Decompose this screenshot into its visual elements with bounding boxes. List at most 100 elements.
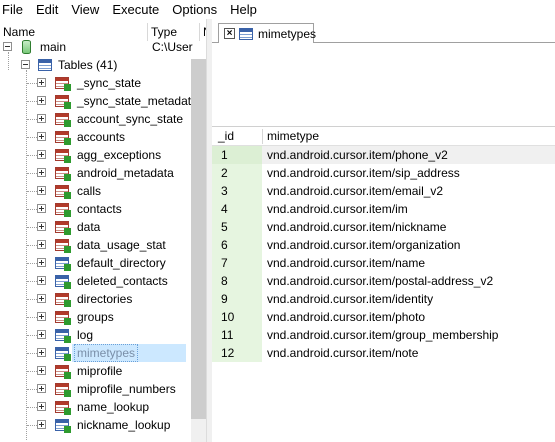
table-row[interactable]: 4 vnd.android.cursor.item/im [212,200,555,218]
close-icon[interactable]: × [224,28,235,39]
table-row[interactable]: 6 vnd.android.cursor.item/organization [212,236,555,254]
cell-id[interactable]: 9 [212,290,262,308]
expand-icon[interactable] [37,402,46,411]
expand-icon[interactable] [37,258,46,267]
expand-icon[interactable] [37,420,46,429]
tree-table-nickname-lookup[interactable]: nickname_lookup [0,416,192,434]
cell-id[interactable]: 2 [212,164,262,182]
table-row[interactable]: 7 vnd.android.cursor.item/name [212,254,555,272]
tree-node-label: contacts [77,202,122,216]
tree-table-miprofile-numbers[interactable]: miprofile_numbers [0,380,192,398]
expand-icon[interactable] [37,96,46,105]
cell-mimetype[interactable]: vnd.android.cursor.item/name [267,254,425,272]
table-row[interactable]: 2 vnd.android.cursor.item/sip_address [212,164,555,182]
expand-icon[interactable] [37,114,46,123]
expand-icon[interactable] [37,78,46,87]
expand-icon[interactable] [37,294,46,303]
table-row[interactable]: 12 vnd.android.cursor.item/note [212,344,555,362]
cell-id[interactable]: 3 [212,182,262,200]
cell-mimetype[interactable]: vnd.android.cursor.item/identity [267,290,433,308]
tree-table-calls[interactable]: calls [0,182,192,200]
tree-node-label: mimetypes [74,344,139,362]
tree-table-name-lookup[interactable]: name_lookup [0,398,192,416]
table-row[interactable]: 1 vnd.android.cursor.item/phone_v2 [212,146,555,164]
tree-table-miprofile[interactable]: miprofile [0,362,192,380]
expand-icon[interactable] [37,366,46,375]
cell-id[interactable]: 8 [212,272,262,290]
expand-icon[interactable] [37,150,46,159]
tree-node-main[interactable]: main C:\User [0,38,193,56]
tree-table-data[interactable]: data [0,218,192,236]
collapse-icon[interactable] [3,42,12,51]
tab-mimetypes[interactable]: × mimetypes [218,23,316,44]
expand-icon[interactable] [37,276,46,285]
table-icon [55,77,71,91]
cell-mimetype[interactable]: vnd.android.cursor.item/note [267,344,418,362]
expand-icon[interactable] [37,222,46,231]
grid-column-mimetype[interactable]: mimetype [267,127,319,146]
column-divider[interactable] [262,129,263,144]
cell-mimetype[interactable]: vnd.android.cursor.item/email_v2 [267,182,443,200]
menu-view[interactable]: View [67,0,103,19]
expand-icon[interactable] [37,384,46,393]
collapse-icon[interactable] [21,60,30,69]
tree-table-groups[interactable]: groups [0,308,192,326]
table-row[interactable]: 10 vnd.android.cursor.item/photo [212,308,555,326]
cell-id[interactable]: 7 [212,254,262,272]
expand-icon[interactable] [37,204,46,213]
cell-id[interactable]: 10 [212,308,262,326]
cell-id[interactable]: 5 [212,218,262,236]
cell-mimetype[interactable]: vnd.android.cursor.item/phone_v2 [267,146,448,164]
tree-table-accounts[interactable]: accounts [0,128,192,146]
cell-mimetype[interactable]: vnd.android.cursor.item/group_membership [267,326,498,344]
menu-options[interactable]: Options [168,0,221,19]
cell-mimetype[interactable]: vnd.android.cursor.item/im [267,200,408,218]
cell-id[interactable]: 4 [212,200,262,218]
tree-table-mimetypes[interactable]: mimetypes [0,344,192,362]
expand-icon[interactable] [37,132,46,141]
expand-icon[interactable] [37,312,46,321]
cell-mimetype[interactable]: vnd.android.cursor.item/nickname [267,218,446,236]
cell-mimetype[interactable]: vnd.android.cursor.item/postal-address_v… [267,272,493,290]
cell-id[interactable]: 12 [212,344,262,362]
menu-file[interactable]: File [0,0,27,19]
query-area[interactable] [212,43,555,127]
tree-table-log[interactable]: log [0,326,192,344]
cell-mimetype[interactable]: vnd.android.cursor.item/photo [267,308,425,326]
expand-icon[interactable] [37,348,46,357]
tree-table-agg-exceptions[interactable]: agg_exceptions [0,146,192,164]
tree-table-directories[interactable]: directories [0,290,192,308]
table-row[interactable]: 11 vnd.android.cursor.item/group_membersh… [212,326,555,344]
grid-column-id[interactable]: _id [218,127,260,146]
schema-tree-pane: Name Type N mainC:\UserTables (41)_sync_… [0,19,206,442]
table-icon [55,113,71,127]
cell-id[interactable]: 6 [212,236,262,254]
tree-node-tables[interactable]: Tables (41) [0,56,192,74]
tree-table-data-usage-stat[interactable]: data_usage_stat [0,236,192,254]
tree-table-sync-state-metadata[interactable]: _sync_state_metadata [0,92,198,110]
cell-id[interactable]: 11 [212,326,262,344]
menu-execute[interactable]: Execute [108,0,163,19]
expand-icon[interactable] [37,186,46,195]
expand-icon[interactable] [37,168,46,177]
table-row[interactable]: 8 vnd.android.cursor.item/postal-address_… [212,272,555,290]
tree-guide [27,209,37,210]
table-row[interactable]: 3 vnd.android.cursor.item/email_v2 [212,182,555,200]
tree-table-default-directory[interactable]: default_directory [0,254,192,272]
cell-mimetype[interactable]: vnd.android.cursor.item/sip_address [267,164,460,182]
cell-id[interactable]: 1 [212,146,262,164]
tree-table-account-sync-state[interactable]: account_sync_state [0,110,192,128]
tree-table-sync-state[interactable]: _sync_state [0,74,192,92]
menu-help[interactable]: Help [226,0,261,19]
table-row[interactable]: 5 vnd.android.cursor.item/nickname [212,218,555,236]
table-row[interactable]: 9 vnd.android.cursor.item/identity [212,290,555,308]
expand-icon[interactable] [37,240,46,249]
tree-table-deleted-contacts[interactable]: deleted_contacts [0,272,192,290]
menu-edit[interactable]: Edit [32,0,62,19]
tree-scrollbar-thumb[interactable] [191,59,206,419]
tree-table-android-metadata[interactable]: android_metadata [0,164,192,182]
expand-icon[interactable] [37,330,46,339]
index-badge-icon [64,102,71,109]
tree-table-contacts[interactable]: contacts [0,200,192,218]
cell-mimetype[interactable]: vnd.android.cursor.item/organization [267,236,460,254]
